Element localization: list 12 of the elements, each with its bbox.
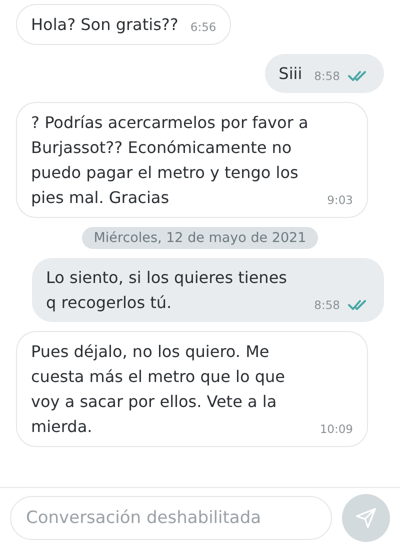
message-text: Siii [278,63,302,85]
message-time: 9:03 [327,192,353,209]
message-text: Pues déjalo, no los quiero. Me cuesta más el metro que lo que voy a sacar por ellos. Vete a la mierda. [31,341,286,438]
send-icon [355,507,377,529]
message-text: Lo siento, si los quieres tienes q recogerlos tú. [46,267,288,314]
message-time: 8:58 [314,68,340,85]
message-text: ? Podrías acercarmelos por favor a Burjassot?? Económicamente no puedo pagar el metro y tengo los pies mal. Gracias [31,112,310,209]
date-separator: Miércoles, 12 de mayo de 2021 [82,227,318,250]
message-text: Hola? Son gratis?? [31,14,178,36]
message-time: 6:56 [190,19,216,36]
message-time: 8:58 [314,297,340,314]
message-time: 10:09 [320,421,353,438]
